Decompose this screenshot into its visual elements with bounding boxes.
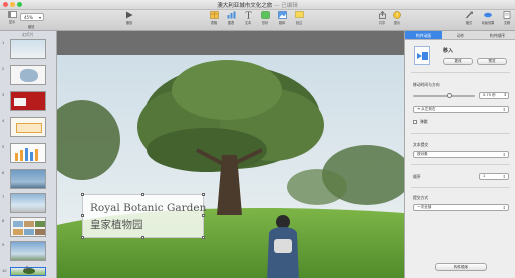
toolbar: 显示 45% ▾ 缩放 播放 表格 图表 T 文本 形状 媒体 批注 共享 ? … <box>0 10 515 31</box>
order-select[interactable]: 1 ⇕ <box>479 173 509 180</box>
caption-textbox[interactable]: Royal Botanic Garden 皇家植物园 <box>81 193 207 239</box>
animate-inspector: 构件动画 动作 构件顺序 移入 更改 预览 移动时间与方向 0.75 秒 ⇕ ➔… <box>404 31 515 278</box>
title-bar: 澳大利亚城市文化之旅 — 已编辑 <box>0 0 515 10</box>
slide-thumbnail-3[interactable] <box>10 91 46 111</box>
sidebar-icon <box>7 11 17 18</box>
tab-build-out[interactable]: 构件顺序 <box>479 31 515 39</box>
resize-handle[interactable] <box>202 236 205 239</box>
divider <box>411 164 510 165</box>
tips-button[interactable]: ? 提示 <box>386 11 408 25</box>
chevron-down-icon: ⇕ <box>502 205 506 210</box>
delivery-label: 文本提交 <box>413 142 429 147</box>
slide-number: 2 <box>2 67 5 71</box>
effect-title: 移入 <box>443 48 454 54</box>
animate-icon <box>484 12 492 18</box>
australia-map-icon <box>20 69 38 82</box>
bounce-checkbox[interactable] <box>413 120 417 124</box>
plus-icon: + <box>22 264 32 275</box>
slide-number: 3 <box>2 93 5 97</box>
add-slide-button[interactable]: + <box>22 265 32 275</box>
slide-thumbnail-1[interactable] <box>10 39 46 59</box>
slide-thumbnail-8[interactable] <box>10 217 46 237</box>
play-icon <box>126 11 133 19</box>
chart-icon <box>227 11 235 19</box>
divider <box>411 72 510 73</box>
chevron-down-icon: ⇕ <box>502 152 506 157</box>
tab-action[interactable]: 动作 <box>442 31 479 39</box>
slide-number: 7 <box>2 195 5 199</box>
start-select[interactable]: 一次全部 ⇕ <box>413 204 509 211</box>
media-icon <box>277 11 287 19</box>
resize-handle[interactable] <box>81 193 84 196</box>
resize-handle[interactable] <box>141 236 144 239</box>
navigator-header: 幻灯片 <box>22 32 34 37</box>
chevron-down-icon: ⇕ <box>502 107 506 112</box>
slide-number: 9 <box>2 243 5 247</box>
effect-preview-icon <box>414 46 430 65</box>
svg-text:T: T <box>245 12 251 20</box>
resize-handle[interactable] <box>81 236 84 239</box>
change-effect-button[interactable]: 更改 <box>443 58 473 65</box>
document-button[interactable]: 文稿 <box>496 11 515 25</box>
slide-photo[interactable] <box>57 55 404 278</box>
text-icon: T <box>245 12 251 20</box>
bounce-label: 弹跳 <box>420 119 428 124</box>
tab-build-in[interactable]: 构件动画 <box>405 31 442 39</box>
slide-thumbnail-7[interactable] <box>10 193 46 213</box>
slide-thumbnail-2[interactable] <box>10 65 46 85</box>
document-name: 澳大利亚城市文化之旅 <box>217 3 273 9</box>
divider <box>411 187 510 188</box>
table-icon <box>209 11 219 19</box>
slide-number: 6 <box>2 171 5 175</box>
slide-number: 4 <box>2 119 5 123</box>
divider <box>411 133 510 134</box>
duration-stepper[interactable]: 0.75 秒 ⇕ <box>479 92 509 99</box>
paintbrush-icon <box>465 11 473 19</box>
comment-button[interactable]: 批注 <box>288 11 310 25</box>
build-order-button[interactable]: 构件顺序 <box>435 263 487 271</box>
chevron-down-icon: ▾ <box>38 15 41 20</box>
resize-handle[interactable] <box>141 193 144 196</box>
window-title: 澳大利亚城市文化之旅 — 已编辑 <box>0 1 515 9</box>
edited-status: — 已编辑 <box>274 3 298 9</box>
slide-number: 10 <box>2 269 7 273</box>
start-label: 提交方式 <box>413 195 429 200</box>
stepper-arrows-icon: ⇕ <box>503 92 507 97</box>
slide-number: 8 <box>2 219 5 223</box>
caption-english: Royal Botanic Garden <box>90 202 207 214</box>
order-label: 顺序 <box>413 174 421 179</box>
comment-icon <box>294 11 304 18</box>
zoom-label: 缩放 <box>28 25 35 29</box>
slide-thumbnail-4[interactable] <box>10 117 46 137</box>
slider-thumb[interactable] <box>447 93 452 98</box>
resize-handle[interactable] <box>202 214 205 217</box>
keynote-window: 澳大利亚城市文化之旅 — 已编辑 显示 45% ▾ 缩放 播放 表格 图表 T 文… <box>0 0 515 278</box>
resize-handle[interactable] <box>81 214 84 217</box>
shape-icon <box>260 11 270 19</box>
slide-thumbnail-6[interactable] <box>10 169 46 189</box>
svg-text:?: ? <box>396 13 399 19</box>
slide-navigator: 幻灯片 1 2 3 4 5 6 7 8 9 10 + <box>0 31 57 278</box>
slide-thumbnail-5[interactable] <box>10 143 46 163</box>
resize-handle[interactable] <box>202 193 205 196</box>
zoom-select[interactable]: 45% ▾ <box>20 13 44 21</box>
delivery-select[interactable]: 按对象 ⇕ <box>413 151 509 158</box>
tips-icon: ? <box>393 11 401 19</box>
duration-slider[interactable] <box>413 93 475 98</box>
preview-button[interactable]: 预览 <box>477 58 507 65</box>
slide-thumbnail-9[interactable] <box>10 241 46 261</box>
slide-number: 5 <box>2 145 5 149</box>
chevron-down-icon: ⇕ <box>502 174 506 179</box>
document-icon <box>503 11 511 19</box>
slide-canvas[interactable]: Royal Botanic Garden 皇家植物园 <box>57 31 404 278</box>
caption-chinese: 皇家植物园 <box>90 219 143 231</box>
inspector-tabs: 构件动画 动作 构件顺序 <box>405 31 515 40</box>
slide-number: 1 <box>2 41 5 45</box>
direction-select[interactable]: ➔ 从左到右 ⇕ <box>413 106 509 113</box>
duration-label: 移动时间与方向 <box>413 82 440 87</box>
play-button[interactable]: 播放 <box>118 11 140 25</box>
